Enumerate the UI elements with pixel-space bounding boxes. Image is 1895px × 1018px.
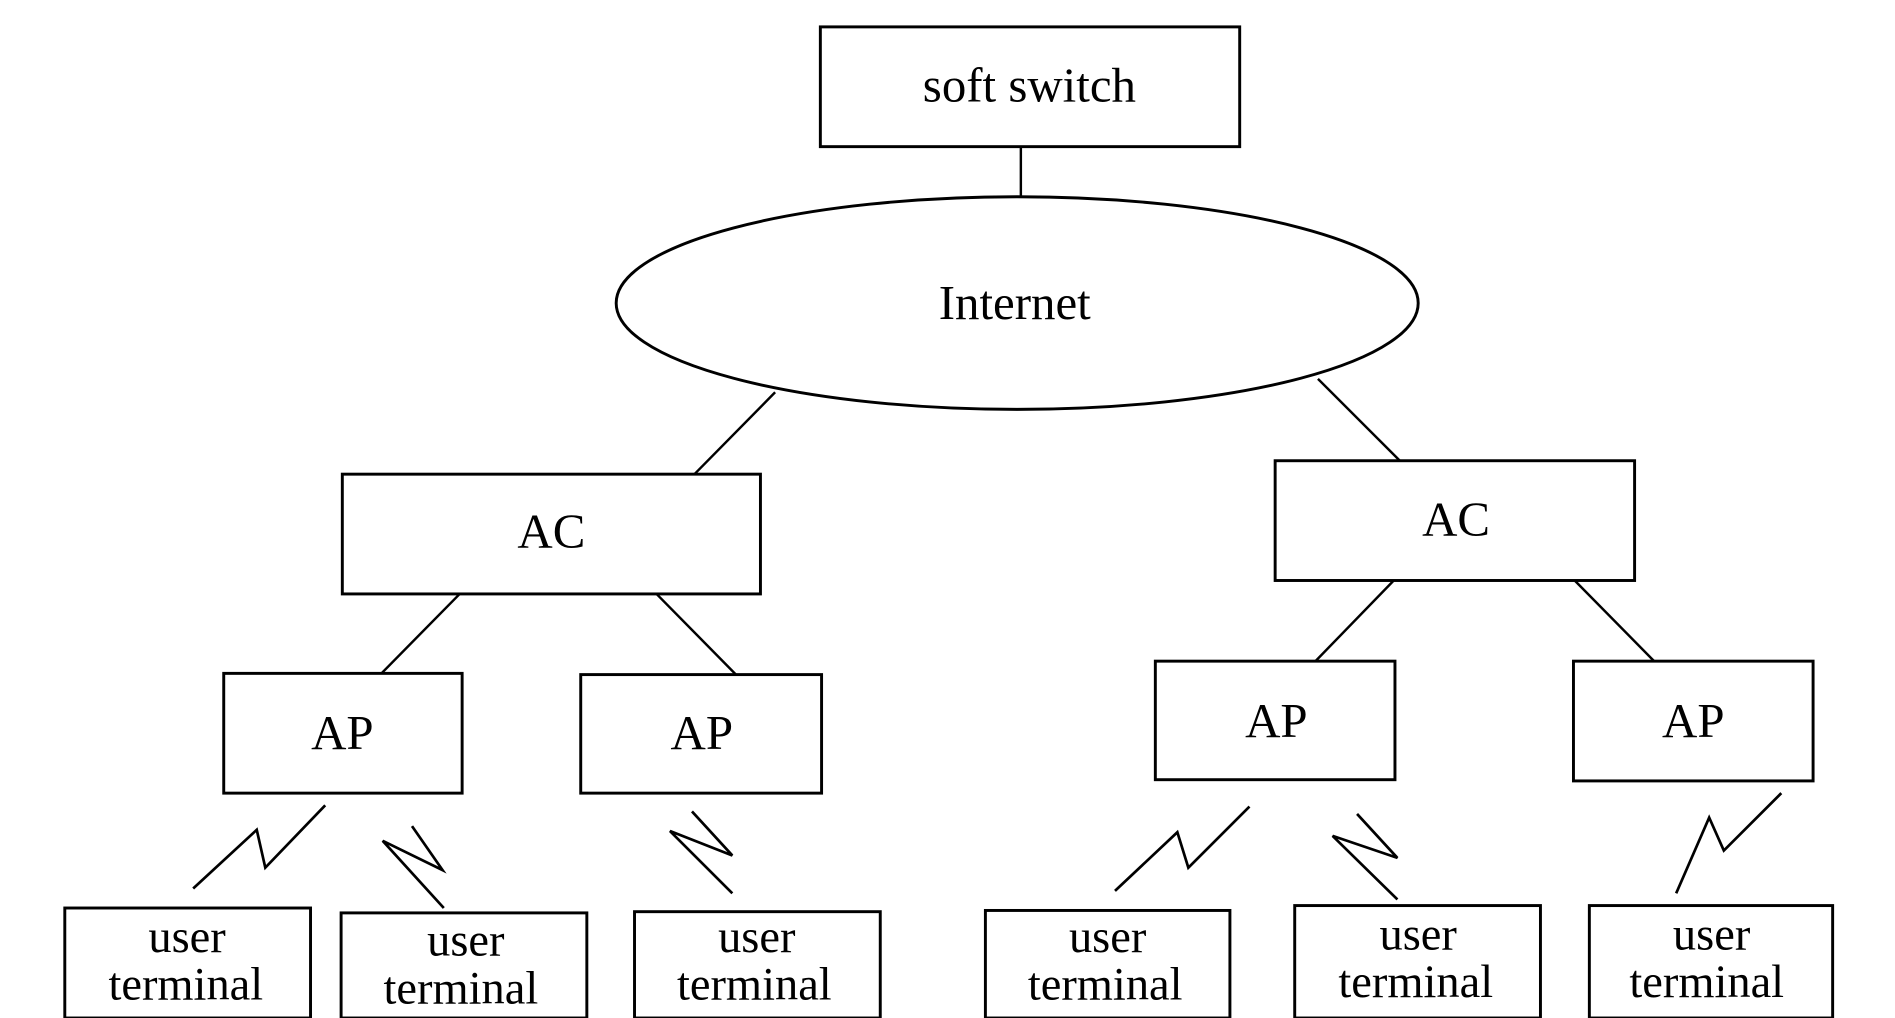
node-label-line2: terminal xyxy=(677,960,832,1011)
node-ac-right: AC xyxy=(1273,459,1637,582)
node-label-line2: terminal xyxy=(384,963,539,1014)
node-label: Internet xyxy=(939,275,1091,330)
node-ap-1: AP xyxy=(222,671,464,795)
node-label: AC xyxy=(517,504,585,559)
node-label: AP xyxy=(1245,693,1307,748)
node-internet: Internet xyxy=(614,195,1420,411)
link-ac1-ap2 xyxy=(655,593,737,676)
node-user-terminal-3: user terminal xyxy=(633,910,882,1018)
node-label-line1: user xyxy=(1069,912,1147,963)
node-label: AC xyxy=(1422,491,1490,546)
node-label-line2: terminal xyxy=(1028,960,1183,1011)
node-label-line1: user xyxy=(427,916,505,967)
node-soft-switch: soft switch xyxy=(818,25,1242,149)
node-label: AP xyxy=(311,705,373,760)
node-ap-3: AP xyxy=(1153,659,1397,782)
wireless-link-icon xyxy=(669,810,734,895)
wireless-link-icon xyxy=(1331,813,1399,901)
wireless-link-icon xyxy=(1674,792,1783,894)
node-label-line2: terminal xyxy=(1629,957,1784,1008)
node-user-terminal-6: user terminal xyxy=(1587,904,1835,1018)
node-label-line2: terminal xyxy=(108,960,263,1011)
link-ac2-ap3 xyxy=(1314,579,1395,663)
wireless-link-icon xyxy=(381,825,447,909)
link-ac2-ap4 xyxy=(1573,579,1656,663)
node-label-line1: user xyxy=(718,912,796,963)
node-label-line2: terminal xyxy=(1338,957,1493,1008)
wireless-link-icon xyxy=(1114,805,1251,892)
node-ap-2: AP xyxy=(579,673,824,795)
link-internet-ac1 xyxy=(693,391,776,476)
node-user-terminal-5: user terminal xyxy=(1293,904,1542,1018)
node-user-terminal-2: user terminal xyxy=(339,911,589,1018)
node-label-line1: user xyxy=(1379,910,1457,961)
node-label-line1: user xyxy=(1673,910,1751,961)
node-user-terminal-4: user terminal xyxy=(983,908,1232,1018)
link-internet-ac2 xyxy=(1317,377,1401,462)
node-label: soft switch xyxy=(923,57,1136,112)
node-label: AP xyxy=(1662,693,1724,748)
node-ap-4: AP xyxy=(1571,659,1815,783)
link-ac1-ap1 xyxy=(380,593,461,675)
node-label-line1: user xyxy=(148,912,226,963)
node-user-terminal-1: user terminal xyxy=(63,906,313,1018)
network-diagram: soft switch Internet AC AC AP AP AP AP u… xyxy=(63,25,1835,1018)
node-label: AP xyxy=(671,705,733,760)
wireless-link-icon xyxy=(192,804,327,890)
node-ac-left: AC xyxy=(340,472,762,596)
